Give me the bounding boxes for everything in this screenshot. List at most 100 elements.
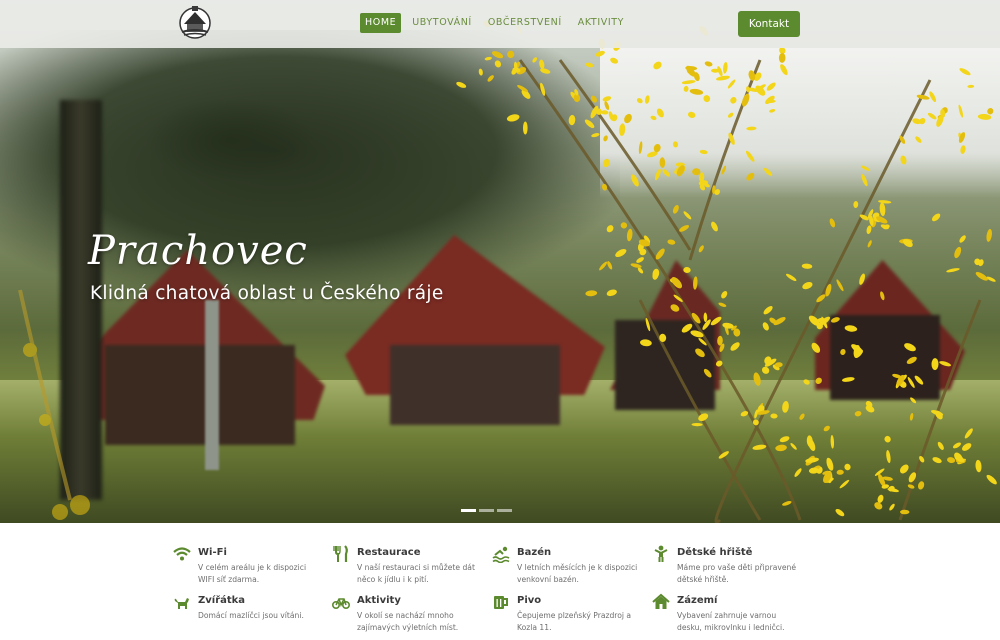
blossom-petal xyxy=(610,57,619,64)
feature-description: Vybavení zahrnuje varnou desku, mikrovln… xyxy=(677,611,785,632)
blossom-petal xyxy=(698,245,704,253)
swimming-icon xyxy=(492,546,510,563)
blossom-petal xyxy=(778,52,786,63)
top-navbar: HOME UBYTOVÁNÍ OBČERSTVENÍ AKTIVITY Kont… xyxy=(0,0,1000,48)
blossom-petal xyxy=(606,225,614,233)
blossom-petal xyxy=(683,85,689,92)
slider-dot[interactable] xyxy=(461,509,476,512)
blossom-petal xyxy=(946,268,960,273)
blossom-petal xyxy=(861,174,868,187)
blossom-petal xyxy=(484,56,492,61)
blossom-petal xyxy=(638,141,643,154)
blossom-petal xyxy=(880,224,889,230)
blossom-petal xyxy=(603,135,608,142)
blossom-petal xyxy=(986,474,997,485)
blossom-petal xyxy=(604,101,610,110)
blossom-petal xyxy=(900,155,907,165)
blossom-petal xyxy=(718,302,727,307)
blossom-petal xyxy=(853,201,859,208)
blossom-petal xyxy=(884,435,891,443)
blossom-petal xyxy=(672,141,679,148)
home-icon xyxy=(652,593,670,609)
blossom-petal xyxy=(952,442,962,449)
nav-home[interactable]: HOME xyxy=(360,13,402,33)
blossom-petal xyxy=(585,62,594,68)
blossom-petal xyxy=(630,263,642,268)
main-nav: HOME UBYTOVÁNÍ OBČERSTVENÍ AKTIVITY xyxy=(360,13,635,33)
nav-refreshments[interactable]: OBČERSTVENÍ xyxy=(483,13,567,33)
blossom-petal xyxy=(959,235,966,243)
blossom-petal xyxy=(656,108,664,118)
blossom-petal xyxy=(653,61,662,70)
blossom-petal xyxy=(899,464,909,474)
blossom-petal xyxy=(880,291,885,301)
blossom-petal xyxy=(695,348,705,358)
blossom-petal xyxy=(958,104,964,118)
hero-subtitle: Klidná chatová oblast u Českého ráje xyxy=(90,283,444,304)
blossom-petal xyxy=(721,291,728,299)
contact-button[interactable]: Kontakt xyxy=(738,11,800,37)
slider-dot[interactable] xyxy=(497,509,512,512)
feature-title: Pivo xyxy=(517,595,542,606)
blossom-petal xyxy=(836,279,844,292)
blossom-petal xyxy=(691,422,703,427)
blossom-petal xyxy=(607,261,613,270)
blossom-petal xyxy=(703,368,712,378)
blossom-petal xyxy=(662,169,671,177)
cabin-logo-icon xyxy=(179,6,211,39)
blossom-petal xyxy=(624,113,632,124)
blossom-petal xyxy=(977,113,992,120)
blossom-petal xyxy=(699,149,708,155)
feature-title: Aktivity xyxy=(357,595,401,606)
wifi-icon xyxy=(173,547,191,561)
blossom-petal xyxy=(492,51,504,59)
blossom-petal xyxy=(840,348,846,356)
slider-dot[interactable] xyxy=(479,509,494,512)
blossom-petal xyxy=(859,273,866,285)
site-logo[interactable] xyxy=(178,4,212,40)
blossom-petal xyxy=(636,257,644,263)
blossom-petal xyxy=(683,266,691,274)
blossom-petal xyxy=(672,204,679,214)
feature-description: V celém areálu je k dispozici WIFI síť z… xyxy=(198,563,307,584)
blossom-petal xyxy=(932,457,942,464)
blossom-petal xyxy=(723,62,728,74)
blossom-petal xyxy=(844,325,858,332)
nav-accommodation[interactable]: UBYTOVÁNÍ xyxy=(407,13,477,33)
blossom-petal xyxy=(811,342,821,353)
blossom-petal xyxy=(692,168,701,176)
blossom-petal xyxy=(645,95,650,104)
blossom-petal xyxy=(987,108,994,115)
blossom-petal xyxy=(770,413,778,419)
dog-icon xyxy=(174,598,189,609)
blossom-petal xyxy=(584,119,595,129)
blossom-petal xyxy=(915,136,922,143)
feature-description: V okolí se nachází mnoho zajímavých výle… xyxy=(357,611,459,632)
child-icon xyxy=(654,545,668,562)
blossom-petal xyxy=(917,481,925,490)
blossom-petal xyxy=(752,444,767,450)
blossom-petal xyxy=(681,80,696,85)
blossom-petal xyxy=(844,463,851,471)
hero-title: Prachovec xyxy=(88,228,308,274)
blossom-petal xyxy=(931,213,941,222)
blossom-petal xyxy=(687,111,696,118)
blossom-petal xyxy=(655,168,661,181)
blossom-petal xyxy=(802,281,813,290)
blossom-petal xyxy=(670,304,680,312)
blossom-petal xyxy=(727,112,734,118)
blossom-petal xyxy=(765,95,775,105)
blossom-petal xyxy=(831,317,840,323)
feature-description: Máme pro vaše děti připravené dětské hři… xyxy=(677,563,797,584)
bicycle-icon xyxy=(332,598,350,609)
blossom-petal xyxy=(867,240,872,248)
nav-activities[interactable]: AKTIVITY xyxy=(573,13,629,33)
blossom-petal xyxy=(835,508,845,517)
blossom-petal xyxy=(745,150,755,162)
blossom-petal xyxy=(964,428,973,439)
blossom-petal xyxy=(929,91,937,103)
blossom-petal xyxy=(478,68,483,76)
blossom-petal xyxy=(746,172,755,181)
blossom-petal xyxy=(826,457,834,471)
blossom-petal xyxy=(830,435,835,449)
